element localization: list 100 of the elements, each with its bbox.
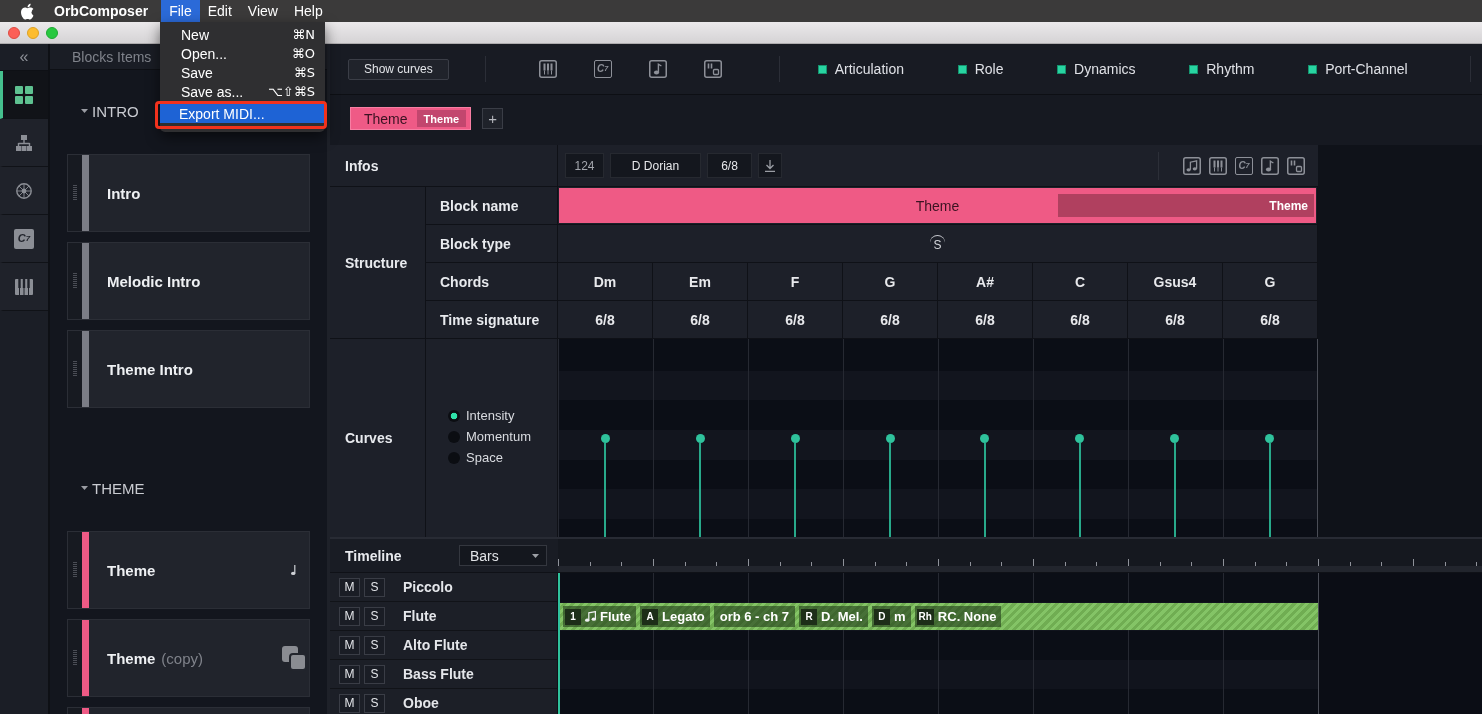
music-note-icon[interactable] — [1261, 156, 1279, 175]
menu-item[interactable]: Save as... ⌥⇧⌘S — [160, 82, 325, 101]
midi-clip[interactable]: 1 Flute A Legato orb 6 - ch 7 R D. Mel. D m Rh RC. None — [559, 603, 1318, 630]
row-label: Time signature — [426, 301, 558, 339]
section-label: Curves — [330, 339, 426, 537]
chord-cell[interactable]: G — [1223, 263, 1318, 301]
section-toggle[interactable]: THEME — [81, 478, 145, 498]
row-label: Timeline — [344, 546, 403, 566]
menu-item[interactable]: Save ⌘S — [160, 63, 325, 82]
section-toggle[interactable]: INTRO — [81, 101, 139, 121]
view-tab[interactable] — [0, 119, 48, 167]
track-name: Flute — [403, 608, 437, 624]
time-signature-cell[interactable]: 6/8 — [1033, 301, 1128, 339]
close-button[interactable] — [8, 26, 20, 39]
time-signature-cell[interactable]: 6/8 — [558, 301, 653, 339]
menu-item[interactable]: New ⌘N — [160, 25, 325, 44]
apple-icon[interactable] — [20, 2, 34, 20]
mute-button[interactable]: M — [339, 606, 360, 626]
key-field[interactable]: D Dorian — [610, 153, 701, 178]
curve-handle[interactable] — [600, 434, 610, 537]
mute-button[interactable]: M — [339, 693, 360, 713]
app-name[interactable]: OrbComposer — [54, 3, 149, 19]
mute-button[interactable]: M — [339, 664, 360, 684]
chord-cell[interactable]: Gsus4 — [1128, 263, 1223, 301]
drag-handle-icon[interactable] — [68, 620, 82, 696]
legend-toggle[interactable]: Dynamics — [1057, 61, 1136, 77]
menu-bar-item[interactable]: View — [239, 0, 286, 22]
time-signature-cell[interactable]: 6/8 — [1223, 301, 1318, 339]
time-signature-cell[interactable]: 6/8 — [938, 301, 1033, 339]
add-button[interactable]: + — [482, 108, 504, 129]
drag-handle-icon[interactable] — [68, 532, 82, 608]
curve-handle[interactable] — [790, 434, 800, 537]
time-signature-cell[interactable]: 6/8 — [843, 301, 938, 339]
drag-handle-icon[interactable] — [68, 331, 82, 407]
chord-cell[interactable]: C — [1033, 263, 1128, 301]
block-card[interactable]: Theme — [67, 531, 310, 609]
meter-field[interactable]: 6/8 — [707, 153, 752, 178]
curve-option[interactable]: Momentum — [448, 429, 532, 445]
mixed-view-icon[interactable] — [703, 60, 722, 78]
solo-button[interactable]: S — [364, 606, 385, 626]
block-card[interactable]: Melodic Intro — [67, 242, 310, 320]
piano-icon[interactable] — [1209, 156, 1227, 175]
menu-bar-item[interactable]: Help — [285, 0, 331, 22]
chord-cell[interactable]: F — [748, 263, 843, 301]
block-tab[interactable]: Theme Theme — [350, 107, 472, 130]
curve-option[interactable]: Intensity — [448, 408, 515, 424]
block-card[interactable]: Intro — [67, 154, 310, 232]
chord-cell[interactable]: A# — [938, 263, 1033, 301]
wheel-icon — [16, 182, 32, 199]
block-card[interactable]: Theme Intro — [67, 330, 310, 408]
menu-bar-item[interactable]: File — [161, 0, 200, 22]
chord-cell[interactable]: Dm — [558, 263, 653, 301]
curve-option[interactable]: Space — [448, 450, 503, 466]
unit-dropdown[interactable]: Bars — [459, 545, 547, 566]
solo-button[interactable]: S — [364, 635, 385, 655]
shortcut-label: ⌘N — [292, 27, 315, 42]
mute-button[interactable]: M — [339, 577, 360, 597]
view-tab[interactable] — [0, 167, 48, 215]
beamed-notes-icon[interactable] — [1183, 156, 1201, 175]
tempo-field[interactable]: 124 — [565, 153, 604, 178]
legend-toggle[interactable]: Articulation — [817, 61, 904, 77]
curve-handle[interactable] — [980, 434, 990, 537]
curve-handle[interactable] — [885, 434, 895, 537]
block-name-bar[interactable]: Theme Theme — [559, 188, 1316, 223]
track-name: Alto Flute — [403, 637, 468, 653]
chord-cell[interactable]: Em — [653, 263, 748, 301]
curve-handle[interactable] — [1170, 434, 1180, 537]
legend-toggle[interactable]: Rhythm — [1189, 61, 1255, 77]
curve-handle[interactable] — [695, 434, 705, 537]
copy-icon — [281, 645, 307, 671]
solo-button[interactable]: S — [364, 693, 385, 713]
block-card[interactable]: Theme (copy) — [67, 619, 310, 697]
menu-bar-item[interactable]: Edit — [199, 0, 240, 22]
show-curves-button[interactable]: Show curves — [348, 58, 449, 80]
drag-handle-icon[interactable] — [68, 155, 82, 231]
time-signature-cell[interactable]: 6/8 — [748, 301, 843, 339]
legend-toggle[interactable]: Role — [957, 61, 1004, 77]
solo-button[interactable]: S — [364, 577, 385, 597]
music-note-icon[interactable] — [648, 60, 667, 78]
mute-button[interactable]: M — [339, 635, 360, 655]
mixed-view-icon[interactable] — [1287, 156, 1305, 175]
piano-icon[interactable] — [538, 60, 557, 78]
menu-item[interactable]: Open... ⌘O — [160, 44, 325, 63]
row-label: Chords — [426, 263, 558, 301]
view-tab[interactable] — [0, 71, 48, 119]
time-signature-cell[interactable]: 6/8 — [653, 301, 748, 339]
solo-button[interactable]: S — [364, 664, 385, 684]
chip-tag: 1 — [565, 608, 581, 625]
section-label: Structure — [330, 187, 426, 339]
drag-handle-icon[interactable] — [68, 243, 82, 319]
curve-handle[interactable] — [1075, 434, 1085, 537]
menu-item[interactable]: Export MIDI... — [160, 104, 324, 123]
download-button[interactable] — [758, 153, 782, 178]
shortcut-label: ⌘O — [291, 46, 315, 61]
view-tab[interactable] — [0, 263, 48, 311]
block-type-cell[interactable]: S — [558, 225, 1318, 263]
legend-toggle[interactable]: Port-Channel — [1308, 61, 1408, 77]
chord-cell[interactable]: G — [843, 263, 938, 301]
curve-handle[interactable] — [1265, 434, 1275, 537]
time-signature-cell[interactable]: 6/8 — [1128, 301, 1223, 339]
